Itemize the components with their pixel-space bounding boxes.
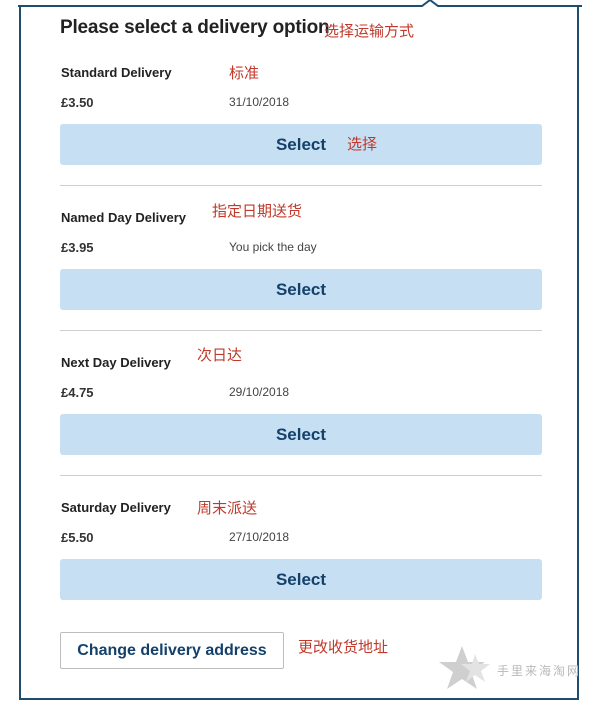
change-delivery-address-label: Change delivery address: [77, 641, 267, 659]
change-delivery-address-button[interactable]: Change delivery address: [60, 632, 284, 669]
option-annotation-standard: 标准: [229, 64, 260, 82]
select-button-standard[interactable]: Select: [60, 124, 542, 165]
panel-top-border: [18, 0, 582, 7]
select-button-named-day[interactable]: Select: [60, 269, 542, 310]
option-price-saturday: £5.50: [61, 530, 94, 545]
watermark-text: 手里来海淘网: [497, 664, 582, 678]
select-button-saturday[interactable]: Select: [60, 559, 542, 600]
option-name-next-day: Next Day Delivery: [61, 355, 171, 370]
change-address-annotation: 更改收货地址: [298, 638, 389, 656]
option-date-named-day: You pick the day: [229, 240, 317, 254]
option-price-next-day: £4.75: [61, 385, 94, 400]
select-button-label: Select: [275, 424, 327, 444]
divider: [60, 475, 542, 476]
option-name-standard: Standard Delivery: [61, 65, 172, 80]
option-annotation-saturday: 周末派送: [197, 499, 258, 517]
option-date-standard: 31/10/2018: [229, 95, 290, 109]
option-annotation-next-day: 次日达: [197, 346, 243, 364]
option-price-standard: £3.50: [61, 95, 94, 110]
option-annotation-named-day: 指定日期送货: [212, 202, 303, 220]
option-date-next-day: 29/10/2018: [229, 385, 290, 399]
page-title: Please select a delivery option: [60, 17, 330, 38]
option-name-named-day: Named Day Delivery: [61, 210, 187, 225]
option-name-saturday: Saturday Delivery: [61, 500, 171, 515]
select-button-label: Select: [275, 569, 327, 589]
select-button-next-day[interactable]: Select: [60, 414, 542, 455]
title-annotation: 选择运输方式: [324, 22, 415, 40]
select-button-label: Select: [275, 279, 327, 299]
option-price-named-day: £3.95: [61, 240, 94, 255]
select-annotation: 选择: [347, 135, 378, 153]
divider: [60, 185, 542, 186]
divider: [60, 330, 542, 331]
option-date-saturday: 27/10/2018: [229, 530, 290, 544]
select-button-label: Select: [275, 134, 327, 154]
